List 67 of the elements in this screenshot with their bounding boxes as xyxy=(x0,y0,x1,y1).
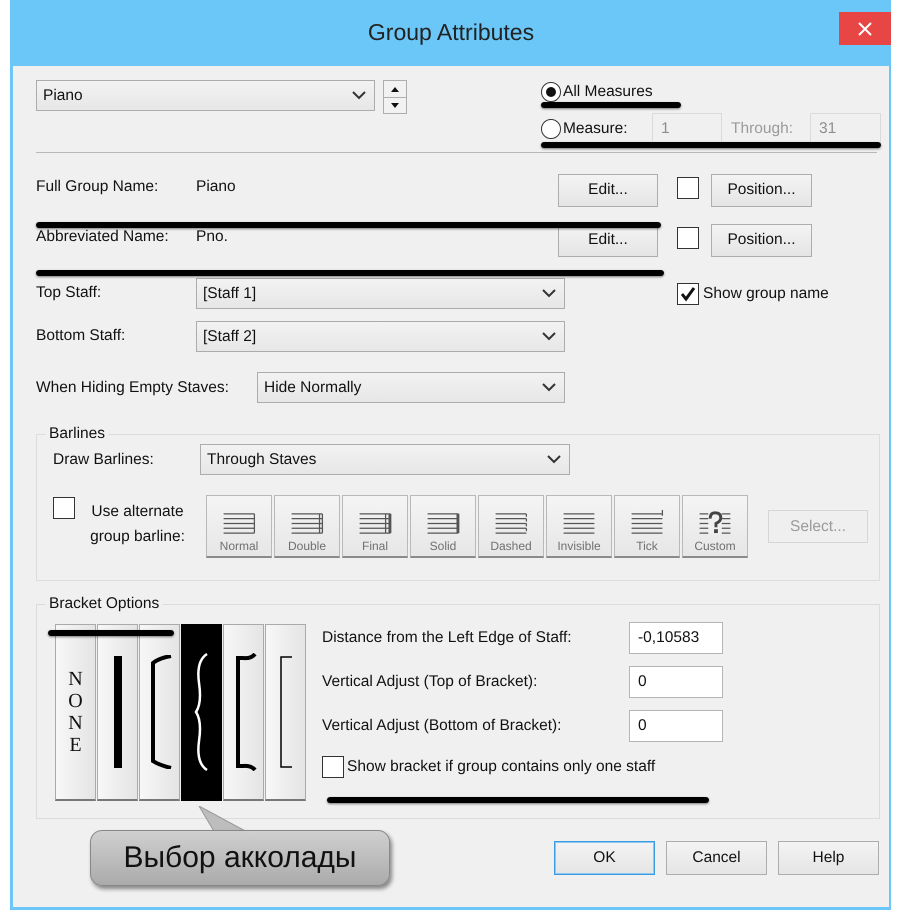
dropdown[interactable]: Hide Normally xyxy=(257,372,565,403)
chevron-down-icon xyxy=(542,289,556,298)
radio-button[interactable] xyxy=(541,118,561,138)
window-title: Group Attributes xyxy=(368,18,534,46)
group-title: Bracket Options xyxy=(46,595,162,613)
field-label: Bottom Staff: xyxy=(36,327,126,345)
barline-button[interactable]: Tick xyxy=(614,495,680,558)
number-field[interactable]: -0,10583 xyxy=(629,622,723,654)
name-label: Full Group Name: xyxy=(36,178,160,196)
field-label: Top Staff: xyxy=(36,284,102,302)
barline-icon xyxy=(697,509,733,535)
dialog-button[interactable]: OK xyxy=(554,841,655,875)
field-label: Vertical Adjust (Top of Bracket): xyxy=(322,673,538,691)
bracket-button[interactable] xyxy=(139,624,180,801)
dropdown[interactable]: [Staff 1] xyxy=(196,278,565,309)
number-field[interactable]: 0 xyxy=(629,666,723,698)
field-label: Draw Barlines: xyxy=(53,450,155,468)
barline-button[interactable]: Final xyxy=(342,495,408,558)
bracket-button[interactable] xyxy=(97,624,138,801)
checkbox[interactable] xyxy=(53,497,75,519)
checkbox[interactable] xyxy=(677,226,699,248)
barline-button[interactable]: Normal xyxy=(206,495,272,558)
dialog-button[interactable]: Help xyxy=(778,841,879,875)
chevron-down-icon xyxy=(542,383,556,392)
checkbox[interactable] xyxy=(322,756,344,778)
bracket-button[interactable]: NONE xyxy=(55,624,96,801)
chevron-down-icon xyxy=(547,455,561,464)
close-button[interactable] xyxy=(839,12,891,45)
dropdown[interactable]: Piano xyxy=(36,80,375,111)
bracket-button[interactable] xyxy=(223,624,264,801)
field-label: Vertical Adjust (Bottom of Bracket): xyxy=(322,717,562,735)
checkbox[interactable] xyxy=(677,282,699,304)
radio-label: Measure: xyxy=(563,120,629,138)
dropdown[interactable]: Through Staves xyxy=(200,444,570,475)
barline-button[interactable]: Solid xyxy=(410,495,476,558)
field-label: When Hiding Empty Staves: xyxy=(36,378,230,396)
checkbox-label: Show group name xyxy=(703,284,829,302)
callout: Выбор акколады xyxy=(90,830,390,886)
number-field[interactable]: 0 xyxy=(629,710,723,742)
barline-button[interactable]: Double xyxy=(274,495,340,558)
barline-button[interactable]: Invisible xyxy=(546,495,612,558)
position-button[interactable]: Position... xyxy=(711,174,812,206)
barline-button[interactable]: Custom xyxy=(682,495,748,558)
bracket-icon xyxy=(278,656,292,768)
none-label: NONE xyxy=(67,668,84,756)
position-button[interactable]: Position... xyxy=(711,224,812,256)
through-label: Through: xyxy=(731,120,794,138)
checkbox[interactable] xyxy=(677,176,699,198)
spinner[interactable] xyxy=(383,80,407,114)
name-label: Abbreviated Name: xyxy=(36,228,170,246)
chevron-down-icon xyxy=(542,332,556,341)
barline-icon xyxy=(629,509,665,535)
field-label: Distance from the Left Edge of Staff: xyxy=(322,629,573,647)
bar-bracket-icon xyxy=(112,656,122,768)
dropdown[interactable]: [Staff 2] xyxy=(196,321,565,352)
radio-button[interactable] xyxy=(541,82,561,102)
name-value: Pno. xyxy=(196,228,229,246)
bracket-button[interactable] xyxy=(181,624,222,801)
name-value: Piano xyxy=(196,178,237,196)
radio-label: All Measures xyxy=(563,83,653,101)
barline-button[interactable]: Dashed xyxy=(478,495,544,558)
chevron-down-icon xyxy=(352,91,366,100)
edit-button[interactable]: Edit... xyxy=(558,174,658,206)
checkbox-label: Show bracket if group contains only one staff xyxy=(347,758,656,776)
dialog-button[interactable]: Cancel xyxy=(666,841,767,875)
close-icon xyxy=(858,22,872,36)
checkbox-label: Use alternate group barline: xyxy=(89,502,186,547)
